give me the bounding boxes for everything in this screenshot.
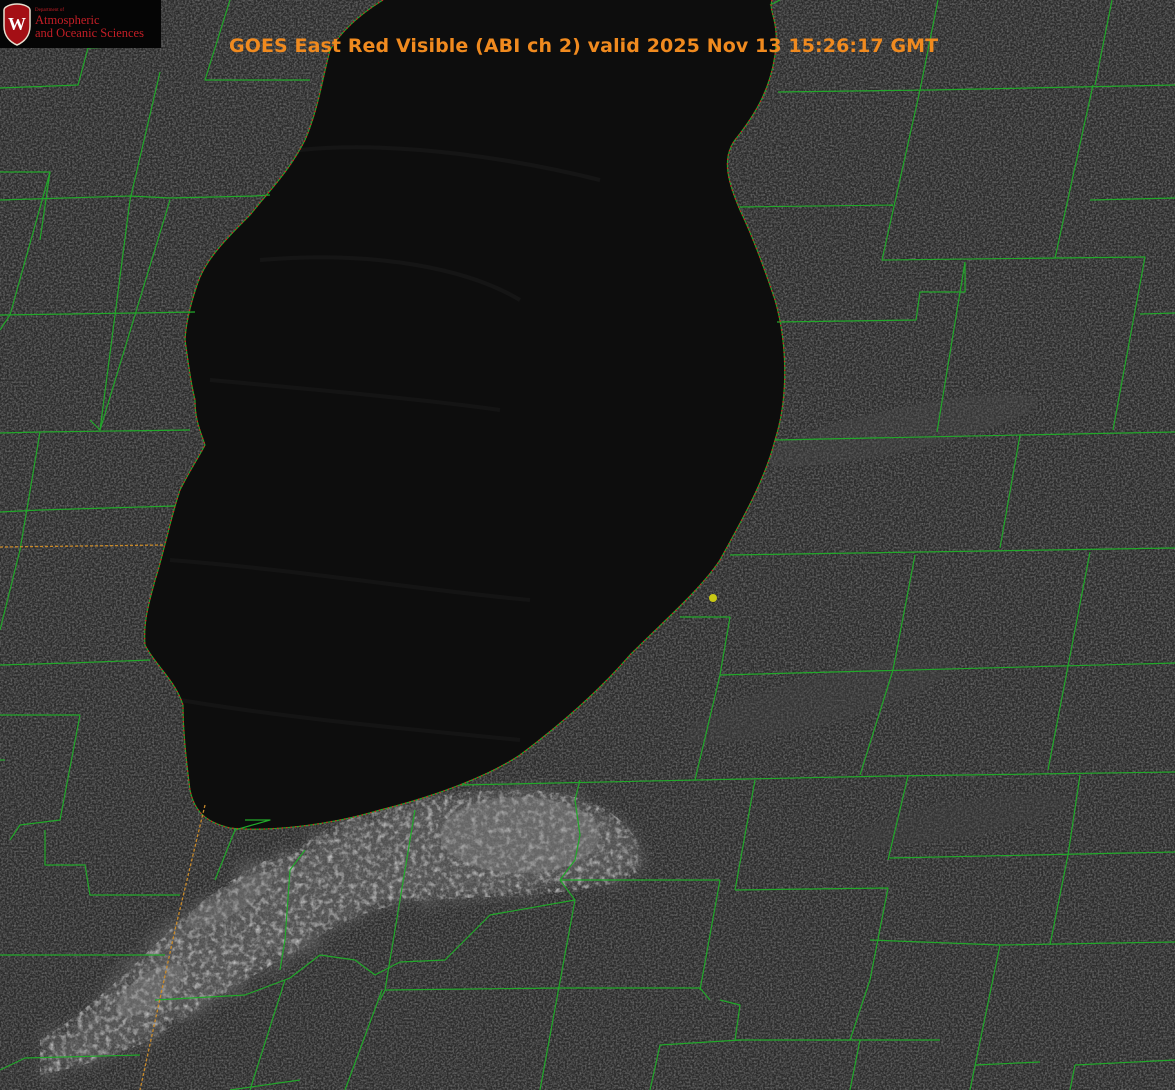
logo-line2: and Oceanic Sciences: [35, 26, 144, 40]
satellite-map: [0, 0, 1175, 1090]
logo-text: Department of Atmospheric and Oceanic Sc…: [35, 8, 144, 40]
uw-crest-icon: W: [3, 3, 31, 46]
image-title: GOES East Red Visible (ABI ch 2) valid 2…: [229, 35, 939, 57]
location-dot-icon: [709, 594, 717, 602]
crest-letter: W: [8, 14, 26, 34]
aos-logo: W Department of Atmospheric and Oceanic …: [0, 0, 161, 48]
satellite-image-viewer: W Department of Atmospheric and Oceanic …: [0, 0, 1175, 1090]
